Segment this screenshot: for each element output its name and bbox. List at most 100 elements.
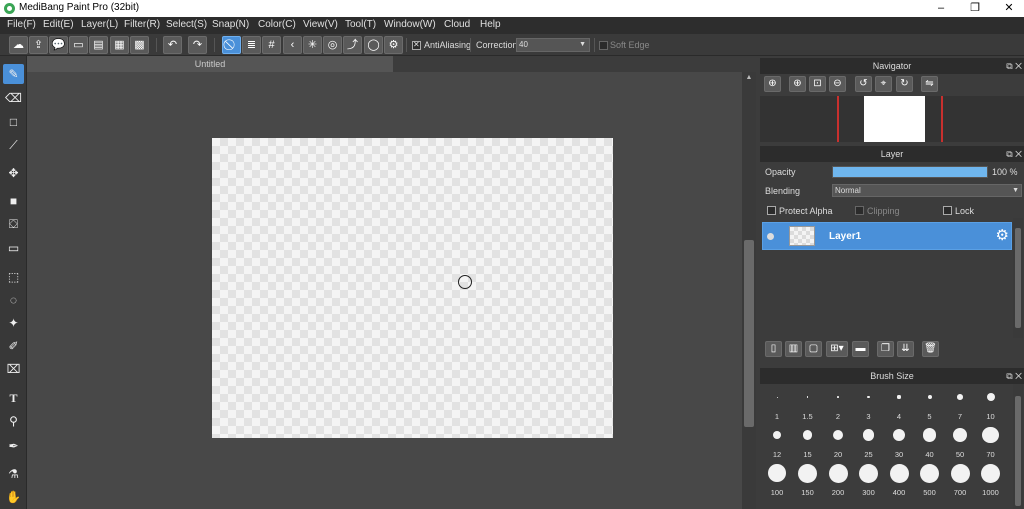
brush-size-cell[interactable]: 100 bbox=[762, 460, 792, 497]
menu-snap[interactable]: Snap(N) bbox=[212, 19, 249, 30]
snap-curve-icon[interactable]: ⤴ bbox=[343, 36, 362, 54]
snap-settings-icon[interactable]: ⚙ bbox=[384, 36, 403, 54]
brush-size-cell[interactable]: 5 bbox=[915, 384, 945, 421]
brush-size-cell[interactable]: 300 bbox=[854, 460, 884, 497]
divide-tool-icon[interactable]: ✒ bbox=[3, 436, 24, 456]
menu-edit[interactable]: Edit(E) bbox=[43, 19, 74, 30]
fill-tool-icon[interactable]: ■ bbox=[3, 191, 24, 211]
panel-detach-close-icon[interactable]: ⧉ ✕ bbox=[1006, 368, 1022, 384]
merge-down-icon[interactable]: ⇊ bbox=[897, 341, 914, 357]
snap-off-icon[interactable]: ⃠ bbox=[222, 36, 241, 54]
menu-window[interactable]: Window(W) bbox=[384, 19, 436, 30]
canvas[interactable] bbox=[212, 138, 613, 438]
panel-layout-icon[interactable]: ▦ bbox=[110, 36, 129, 54]
panel-detach-close-icon[interactable]: ⧉ ✕ bbox=[1006, 146, 1022, 162]
bucket-tool-icon[interactable]: ⛋ bbox=[3, 214, 24, 234]
brush-size-cell[interactable]: 12 bbox=[762, 422, 792, 459]
new-layer-icon[interactable]: ▯ bbox=[765, 341, 782, 357]
menu-help[interactable]: Help bbox=[480, 19, 501, 30]
duplicate-layer-icon[interactable]: ❐ bbox=[877, 341, 894, 357]
brush-size-cell[interactable]: 1 bbox=[762, 384, 792, 421]
document-icon[interactable]: ▤ bbox=[89, 36, 108, 54]
menu-tool[interactable]: Tool(T) bbox=[345, 19, 376, 30]
menu-select[interactable]: Select(S) bbox=[166, 19, 207, 30]
snap-radial-icon[interactable]: ✳ bbox=[303, 36, 322, 54]
brush-size-scrollbar[interactable] bbox=[1013, 384, 1023, 509]
grid-layout-icon[interactable]: ▩ bbox=[130, 36, 149, 54]
magic-wand-tool-icon[interactable]: ✦ bbox=[3, 313, 24, 333]
menu-file[interactable]: File(F) bbox=[7, 19, 36, 30]
menu-layer[interactable]: Layer(L) bbox=[81, 19, 118, 30]
zoom-in-alt-icon[interactable]: ⊕ bbox=[789, 76, 806, 92]
new-1bit-layer-icon[interactable]: ▢ bbox=[805, 341, 822, 357]
brush-tool-icon[interactable]: ✎ bbox=[3, 64, 24, 84]
brush-size-cell[interactable]: 4 bbox=[884, 384, 914, 421]
brush-size-cell[interactable]: 1.5 bbox=[793, 384, 823, 421]
correction-select[interactable]: 40 ▼ bbox=[516, 38, 590, 52]
menu-filter[interactable]: Filter(R) bbox=[124, 19, 160, 30]
fit-screen-icon[interactable]: ⊡ bbox=[809, 76, 826, 92]
brush-size-cell[interactable]: 700 bbox=[945, 460, 975, 497]
blending-select[interactable]: Normal ▼ bbox=[832, 184, 1022, 197]
canvas-vertical-scrollbar[interactable]: ▲ bbox=[742, 72, 756, 509]
brush-size-cell[interactable]: 500 bbox=[915, 460, 945, 497]
brush-size-cell[interactable]: 1000 bbox=[976, 460, 1006, 497]
antialiasing-checkbox[interactable] bbox=[412, 40, 421, 50]
menu-color[interactable]: Color(C) bbox=[258, 19, 296, 30]
select-eraser-tool-icon[interactable]: ⌧ bbox=[3, 359, 24, 379]
lock-checkbox[interactable] bbox=[943, 206, 952, 215]
brush-size-cell[interactable]: 3 bbox=[854, 384, 884, 421]
brush-size-cell[interactable]: 200 bbox=[823, 460, 853, 497]
brush-size-cell[interactable]: 70 bbox=[976, 422, 1006, 459]
layer-row[interactable]: Layer1 ⚙ bbox=[762, 222, 1012, 250]
brush-size-cell[interactable]: 150 bbox=[793, 460, 823, 497]
menu-cloud[interactable]: Cloud bbox=[444, 19, 470, 30]
line-tool-icon[interactable]: ⟋ bbox=[3, 135, 24, 155]
brush-size-cell[interactable]: 400 bbox=[884, 460, 914, 497]
document-tab[interactable]: Untitled bbox=[27, 56, 393, 72]
rotate-right-icon[interactable]: ↻ bbox=[896, 76, 913, 92]
zoom-out-icon[interactable]: ⊖ bbox=[829, 76, 846, 92]
clipping-checkbox[interactable] bbox=[855, 206, 864, 215]
dot-tool-icon[interactable]: □ bbox=[3, 112, 24, 132]
scrollbar-thumb[interactable] bbox=[1015, 228, 1021, 328]
rotate-left-icon[interactable]: ↺ bbox=[855, 76, 872, 92]
brush-size-cell[interactable]: 40 bbox=[915, 422, 945, 459]
protect-alpha-checkbox[interactable] bbox=[767, 206, 776, 215]
brush-size-cell[interactable]: 20 bbox=[823, 422, 853, 459]
select-pen-tool-icon[interactable]: ✐ bbox=[3, 336, 24, 356]
brush-size-cell[interactable]: 10 bbox=[976, 384, 1006, 421]
eraser-tool-icon[interactable]: ⌫ bbox=[3, 88, 24, 108]
brush-size-cell[interactable]: 25 bbox=[854, 422, 884, 459]
trash-icon[interactable]: 🗑 bbox=[922, 341, 939, 357]
scrollbar-thumb[interactable] bbox=[1015, 396, 1021, 506]
soft-edge-checkbox[interactable] bbox=[599, 41, 608, 50]
new-halftone-layer-icon[interactable]: ▥ bbox=[785, 341, 802, 357]
scrollbar-thumb[interactable] bbox=[744, 240, 754, 427]
layer-scrollbar[interactable] bbox=[1013, 218, 1023, 338]
flip-horizontal-icon[interactable]: ⇋ bbox=[921, 76, 938, 92]
layer-visibility-icon[interactable] bbox=[767, 233, 774, 240]
brush-size-cell[interactable]: 2 bbox=[823, 384, 853, 421]
eyedropper-tool-icon[interactable]: ⚗ bbox=[3, 464, 24, 484]
hand-tool-icon[interactable]: ✋ bbox=[3, 487, 24, 507]
add-layer-menu-icon[interactable]: ⊞▾ bbox=[826, 341, 848, 357]
redo-icon[interactable]: ↷ bbox=[188, 36, 207, 54]
close-button[interactable]: ✕ bbox=[992, 0, 1024, 17]
cloud-icon[interactable]: ☁ bbox=[9, 36, 28, 54]
operation-tool-icon[interactable]: ⚲ bbox=[3, 411, 24, 431]
panel-detach-close-icon[interactable]: ⧉ ✕ bbox=[1006, 58, 1022, 74]
snap-parallel-icon[interactable]: ≣ bbox=[242, 36, 261, 54]
brush-size-cell[interactable]: 15 bbox=[793, 422, 823, 459]
gear-icon[interactable]: ⚙ bbox=[996, 226, 1009, 246]
lasso-tool-icon[interactable]: ◌ bbox=[3, 290, 24, 310]
menu-view[interactable]: View(V) bbox=[303, 19, 338, 30]
maximize-button[interactable]: ❐ bbox=[958, 0, 992, 17]
snap-perspective-icon[interactable]: ‹ bbox=[283, 36, 302, 54]
brush-size-cell[interactable]: 7 bbox=[945, 384, 975, 421]
snap-circle-icon[interactable]: ◎ bbox=[323, 36, 342, 54]
reset-view-icon[interactable]: ⌖ bbox=[875, 76, 892, 92]
speech-bubble-icon[interactable]: ▭ bbox=[69, 36, 88, 54]
snap-grid-icon[interactable]: # bbox=[262, 36, 281, 54]
undo-icon[interactable]: ↶ bbox=[163, 36, 182, 54]
